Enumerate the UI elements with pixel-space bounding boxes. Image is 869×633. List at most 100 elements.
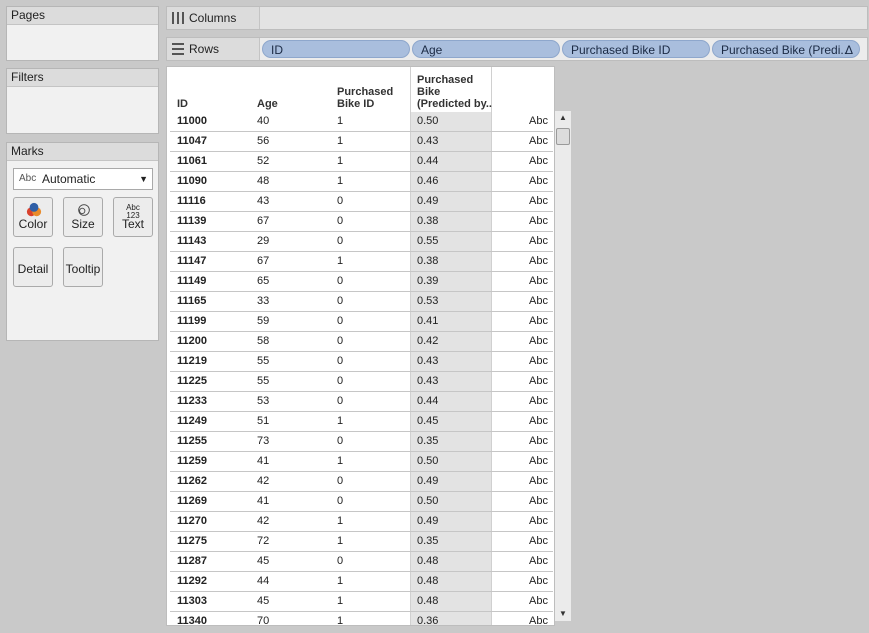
cell-age: 43 (257, 195, 270, 207)
cell-purchased-bike-predicted: 0.41 (411, 312, 491, 331)
table-row[interactable]: 11270 42 1 0.49 Abc (170, 512, 553, 532)
table-row[interactable]: 11292 44 1 0.48 Abc (170, 572, 553, 592)
cell-purchased-bike-id: 1 (337, 535, 344, 547)
cell-abc: Abc (529, 435, 548, 447)
cell-purchased-bike-id: 1 (337, 155, 344, 167)
table-row[interactable]: 11200 58 0 0.42 Abc (170, 332, 553, 352)
table-row[interactable]: 11090 48 1 0.46 Abc (170, 172, 553, 192)
table-row[interactable]: 11269 41 0 0.50 Abc (170, 492, 553, 512)
cell-abc: Abc (529, 255, 548, 267)
scroll-thumb[interactable] (556, 128, 570, 145)
table-row[interactable]: 11255 73 0 0.35 Abc (170, 432, 553, 452)
color-icon (26, 202, 42, 217)
table-row[interactable]: 11275 72 1 0.35 Abc (170, 532, 553, 552)
cell-abc: Abc (529, 295, 548, 307)
table-row[interactable]: 11061 52 1 0.44 Abc (170, 152, 553, 172)
cell-purchased-bike-predicted: 0.39 (411, 272, 491, 291)
cell-abc: Abc (529, 535, 548, 547)
pill-purchased-bike-id[interactable]: Purchased Bike ID (562, 40, 710, 58)
table-row[interactable]: 11139 67 0 0.38 Abc (170, 212, 553, 232)
table-row[interactable]: 11143 29 0 0.55 Abc (170, 232, 553, 252)
marks-title: Marks (7, 143, 158, 161)
vertical-scrollbar[interactable]: ▲ ▼ (555, 111, 571, 621)
cell-purchased-bike-predicted: 0.50 (411, 452, 491, 471)
table-row[interactable]: 11149 65 0 0.39 Abc (170, 272, 553, 292)
table-row[interactable]: 11259 41 1 0.50 Abc (170, 452, 553, 472)
mark-type-dropdown[interactable]: Abc Automatic ▼ (13, 168, 153, 190)
table-row[interactable]: 11147 67 1 0.38 Abc (170, 252, 553, 272)
header-purchased-bike-predicted: Purchased Bike (Predicted by.. (417, 74, 492, 110)
size-label: Size (71, 217, 95, 231)
scroll-up-icon[interactable]: ▲ (555, 111, 571, 125)
cell-purchased-bike-id: 1 (337, 255, 344, 267)
cell-abc: Abc (529, 335, 548, 347)
detail-button[interactable]: Detail (13, 247, 53, 287)
pill-id[interactable]: ID (262, 40, 410, 58)
rows-shelf[interactable]: Rows ID Age Purchased Bike ID Purchased … (166, 37, 868, 61)
cell-abc: Abc (529, 395, 548, 407)
cell-purchased-bike-id: 1 (337, 415, 344, 427)
cell-purchased-bike-predicted: 0.44 (411, 152, 491, 171)
pill-age[interactable]: Age (412, 40, 560, 58)
cell-age: 53 (257, 395, 270, 407)
cell-purchased-bike-predicted: 0.48 (411, 552, 491, 571)
table-row[interactable]: 11165 33 0 0.53 Abc (170, 292, 553, 312)
cell-age: 67 (257, 215, 270, 227)
filters-card[interactable]: Filters (6, 68, 159, 134)
cell-id: 11259 (177, 455, 207, 467)
cell-abc: Abc (529, 595, 548, 607)
table-row[interactable]: 11340 70 1 0.36 Abc (170, 612, 553, 625)
cell-age: 42 (257, 475, 270, 487)
color-button[interactable]: Color (13, 197, 53, 237)
header-id: ID (177, 98, 188, 110)
columns-icon (172, 12, 184, 24)
table-row[interactable]: 11233 53 0 0.44 Abc (170, 392, 553, 412)
cell-id: 11061 (177, 155, 207, 167)
scroll-down-icon[interactable]: ▼ (555, 607, 571, 621)
cell-abc: Abc (529, 195, 548, 207)
table-row[interactable]: 11199 59 0 0.41 Abc (170, 312, 553, 332)
size-button[interactable]: Size (63, 197, 103, 237)
cell-purchased-bike-predicted: 0.50 (411, 112, 491, 131)
pill-purchased-bike-predicted[interactable]: Purchased Bike (Predi.. Δ (712, 40, 860, 58)
cell-purchased-bike-id: 1 (337, 455, 344, 467)
cell-purchased-bike-predicted: 0.55 (411, 232, 491, 251)
table-row[interactable]: 11225 55 0 0.43 Abc (170, 372, 553, 392)
cell-age: 40 (257, 115, 270, 127)
table-row[interactable]: 11262 42 0 0.49 Abc (170, 472, 553, 492)
cell-abc: Abc (529, 155, 548, 167)
text-button[interactable]: Abc 123 Text (113, 197, 153, 237)
cell-abc: Abc (529, 135, 548, 147)
cell-age: 41 (257, 455, 270, 467)
cell-abc: Abc (529, 175, 548, 187)
text-label: Text (121, 217, 144, 231)
columns-shelf[interactable]: Columns (166, 6, 868, 30)
table-row[interactable]: 11219 55 0 0.43 Abc (170, 352, 553, 372)
table-row[interactable]: 11249 51 1 0.45 Abc (170, 412, 553, 432)
cell-id: 11143 (177, 235, 207, 247)
cell-purchased-bike-predicted: 0.35 (411, 432, 491, 451)
cell-age: 33 (257, 295, 270, 307)
table-row[interactable]: 11047 56 1 0.43 Abc (170, 132, 553, 152)
cell-purchased-bike-id: 1 (337, 515, 344, 527)
cell-id: 11000 (177, 115, 207, 127)
table-row[interactable]: 11303 45 1 0.48 Abc (170, 592, 553, 612)
cell-id: 11090 (177, 175, 207, 187)
tooltip-label: Tooltip (65, 262, 101, 276)
table-row[interactable]: 11116 43 0 0.49 Abc (170, 192, 553, 212)
cell-id: 11233 (177, 395, 207, 407)
table-row[interactable]: 11000 40 1 0.50 Abc (170, 112, 553, 132)
cell-purchased-bike-predicted: 0.44 (411, 392, 491, 411)
color-label: Color (18, 217, 48, 231)
pages-card[interactable]: Pages (6, 6, 159, 61)
cell-abc: Abc (529, 275, 548, 287)
delta-icon: Δ (844, 43, 853, 57)
header-age: Age (257, 98, 278, 110)
cell-age: 73 (257, 435, 270, 447)
cell-age: 58 (257, 335, 270, 347)
table-body: 11000 40 1 0.50 Abc 11047 56 1 0.43 Abc 11061 52 1 0.… (170, 112, 553, 625)
table-row[interactable]: 11287 45 0 0.48 Abc (170, 552, 553, 572)
columns-shelf-label: Columns (167, 7, 260, 29)
cell-purchased-bike-predicted: 0.35 (411, 532, 491, 551)
tooltip-button[interactable]: Tooltip (63, 247, 103, 287)
